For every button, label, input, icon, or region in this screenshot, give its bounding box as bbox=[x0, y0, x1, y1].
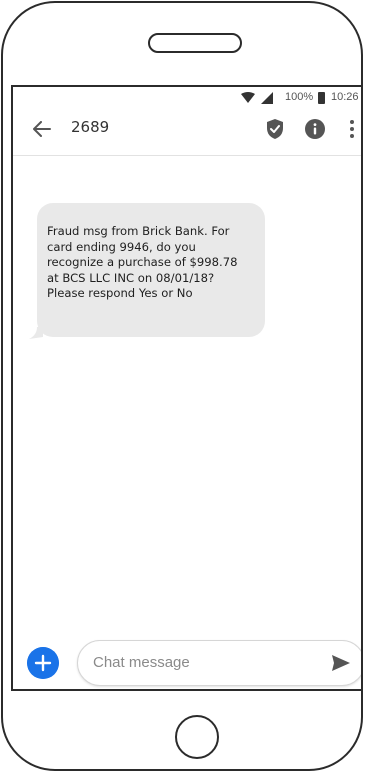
message-line: recognize a purchase of $998.78 bbox=[47, 255, 238, 269]
message-line: at BCS LLC INC on 08/01/18? bbox=[47, 270, 215, 285]
battery-percent: 100% bbox=[285, 91, 314, 103]
message-line: Fraud msg from Brick Bank. For bbox=[47, 224, 230, 238]
phone-frame: 100% 10:26 2689 Fraud msg from Brick Ban… bbox=[1, 1, 363, 771]
battery-icon bbox=[318, 92, 325, 104]
bubble-tail bbox=[29, 327, 43, 339]
message-line: card ending 9946, do you bbox=[47, 239, 196, 254]
home-button[interactable] bbox=[175, 715, 219, 759]
conversation-title: 2689 bbox=[71, 118, 110, 136]
send-icon[interactable] bbox=[331, 654, 351, 672]
phone-screen: 100% 10:26 2689 Fraud msg from Brick Ban… bbox=[11, 85, 361, 691]
wifi-icon bbox=[241, 92, 255, 103]
phone-speaker bbox=[148, 33, 242, 53]
back-arrow-icon[interactable] bbox=[33, 121, 51, 137]
more-vert-icon[interactable] bbox=[349, 119, 355, 139]
chat-message-placeholder: Chat message bbox=[93, 654, 190, 671]
message-bubble[interactable]: Fraud msg from Brick Bank. For card endi… bbox=[37, 203, 265, 337]
shield-check-icon[interactable] bbox=[265, 118, 285, 140]
signal-icon bbox=[261, 92, 273, 104]
status-time: 10:26 bbox=[331, 91, 359, 103]
info-icon[interactable] bbox=[305, 119, 325, 139]
message-line: Please respond Yes or No bbox=[47, 286, 193, 300]
add-icon[interactable] bbox=[27, 647, 59, 679]
